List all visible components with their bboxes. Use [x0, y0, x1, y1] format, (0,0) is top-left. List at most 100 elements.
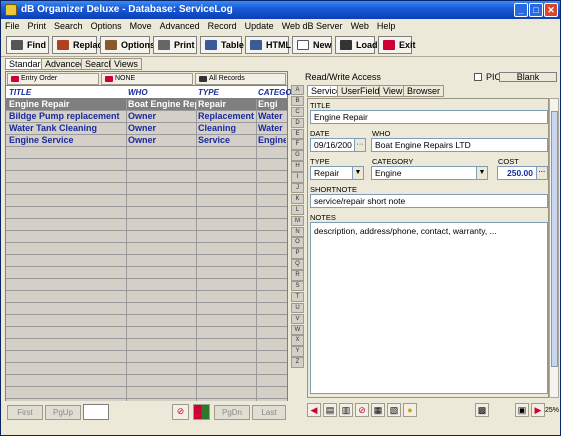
alphabet-button[interactable]: G — [291, 150, 304, 161]
table-row[interactable] — [6, 291, 287, 303]
alphabet-button[interactable]: L — [291, 204, 304, 216]
table-row[interactable] — [6, 327, 287, 339]
alphabet-button[interactable]: U — [291, 302, 304, 314]
title-field[interactable]: Engine Repair — [310, 110, 548, 124]
table-row[interactable]: Water Tank Cleaning Owner Cleaning Water — [6, 123, 287, 135]
menu-print[interactable]: Print — [24, 19, 51, 33]
column-header-title[interactable]: TITLE — [9, 87, 31, 99]
menu-record[interactable]: Record — [204, 19, 241, 33]
alphabet-button[interactable]: B — [291, 95, 304, 107]
alphabet-button[interactable]: V — [291, 313, 304, 325]
exit-button[interactable]: Exit — [378, 36, 416, 54]
table-row[interactable] — [6, 147, 287, 159]
page-up-button[interactable]: PgUp — [45, 405, 81, 420]
last-record-button[interactable]: Last — [252, 405, 286, 420]
column-header-type[interactable]: TYPE — [198, 87, 219, 99]
column-header-who[interactable]: WHO — [128, 87, 148, 99]
paste-icon[interactable]: ▧ — [387, 403, 401, 417]
table-row[interactable] — [6, 231, 287, 243]
filter-selector[interactable]: NONE — [101, 73, 193, 85]
alphabet-button[interactable]: Y — [291, 346, 304, 357]
table-button[interactable]: Table — [200, 36, 244, 54]
options-button[interactable]: Options — [100, 36, 155, 54]
cost-calc-button[interactable]: ··· — [536, 167, 547, 179]
html-button[interactable]: HTML — [245, 36, 291, 54]
table-row[interactable] — [6, 351, 287, 363]
cost-field[interactable]: 250.00 ··· — [497, 166, 548, 180]
sort-order-selector[interactable]: Entry Order — [7, 73, 99, 85]
table-row[interactable] — [6, 255, 287, 267]
back-arrow-icon[interactable]: ◀ — [307, 403, 321, 417]
close-button[interactable]: ✕ — [544, 3, 558, 17]
alphabet-button[interactable]: X — [291, 335, 304, 346]
chevron-down-icon[interactable]: ▼ — [476, 167, 487, 179]
replace-button[interactable]: Replace — [52, 36, 108, 54]
table-row[interactable]: Engine Repair Boat Engine Rep Repair Engi — [6, 99, 287, 111]
alphabet-button[interactable]: A — [291, 85, 304, 96]
scrollbar-thumb[interactable] — [551, 111, 558, 367]
copy-icon[interactable]: ▦ — [371, 403, 385, 417]
who-field[interactable]: Boat Engine Repairs LTD — [371, 138, 548, 152]
menu-help[interactable]: Help — [373, 19, 400, 33]
table-row[interactable] — [6, 171, 287, 183]
alphabet-button[interactable]: I — [291, 172, 304, 183]
alphabet-button[interactable]: E — [291, 128, 304, 139]
find-button[interactable]: Find — [6, 36, 49, 54]
alphabet-button[interactable]: J — [291, 183, 304, 194]
alphabet-button[interactable]: R — [291, 270, 304, 281]
table-row[interactable]: Bildge Pump replacement Owner Replacement W… — [6, 111, 287, 123]
records-selector[interactable]: All Records — [195, 73, 286, 85]
print-button[interactable]: Print — [153, 36, 197, 54]
table-row[interactable] — [6, 363, 287, 375]
table-row[interactable]: Engine Service Owner Service Engine — [6, 135, 287, 147]
form-scrollbar[interactable] — [549, 98, 559, 398]
menu-file[interactable]: File — [1, 19, 24, 33]
table-row[interactable] — [6, 207, 287, 219]
menu-advanced[interactable]: Advanced — [156, 19, 204, 33]
lightbulb-icon[interactable]: ● — [403, 403, 417, 417]
type-select[interactable]: Repair ▼ — [310, 166, 364, 180]
table-row[interactable] — [6, 339, 287, 351]
table-row[interactable] — [6, 375, 287, 387]
date-picker-button[interactable]: ··· — [354, 139, 365, 151]
print-icon[interactable]: ▤ — [323, 403, 337, 417]
record-number-input[interactable] — [83, 404, 109, 420]
alphabet-button[interactable]: P — [291, 248, 304, 259]
alphabet-button[interactable]: N — [291, 226, 304, 237]
alphabet-button[interactable]: F — [291, 139, 304, 150]
alphabet-button[interactable]: H — [291, 161, 304, 172]
chevron-down-icon[interactable]: ▼ — [352, 167, 363, 179]
menu-search[interactable]: Search — [50, 19, 87, 33]
menu-update[interactable]: Update — [241, 19, 278, 33]
alphabet-button[interactable]: D — [291, 117, 304, 129]
blank-button[interactable]: Blank — [499, 72, 557, 82]
new-button[interactable]: New — [292, 36, 332, 54]
navigate-icon[interactable]: ▶ — [531, 403, 545, 417]
camera-icon[interactable]: ▣ — [515, 403, 529, 417]
table-row[interactable] — [6, 387, 287, 399]
alphabet-button[interactable]: Z — [291, 357, 304, 368]
alphabet-button[interactable]: C — [291, 106, 304, 118]
color-icon[interactable] — [193, 404, 210, 420]
table-row[interactable] — [6, 279, 287, 291]
table-row[interactable] — [6, 219, 287, 231]
alphabet-button[interactable]: S — [291, 281, 304, 292]
category-select[interactable]: Engine ▼ — [371, 166, 488, 180]
table-row[interactable] — [6, 195, 287, 207]
pio-checkbox[interactable] — [474, 73, 482, 81]
tab-views[interactable]: Views — [110, 58, 142, 70]
trash-icon[interactable]: ▥ — [339, 403, 353, 417]
alphabet-button[interactable]: O — [291, 237, 304, 248]
table-row[interactable] — [6, 159, 287, 171]
menu-options[interactable]: Options — [87, 19, 126, 33]
stop-icon[interactable]: ⊘ — [355, 403, 369, 417]
table-row[interactable] — [6, 315, 287, 327]
page-down-button[interactable]: PgDn — [214, 405, 250, 420]
maximize-button[interactable]: □ — [529, 3, 543, 17]
first-record-button[interactable]: First — [7, 405, 43, 420]
minimize-button[interactable]: _ — [514, 3, 528, 17]
table-row[interactable] — [6, 183, 287, 195]
load-button[interactable]: Load — [335, 36, 378, 54]
alphabet-button[interactable]: W — [291, 324, 304, 335]
menu-web-db-server[interactable]: Web dB Server — [278, 19, 347, 33]
